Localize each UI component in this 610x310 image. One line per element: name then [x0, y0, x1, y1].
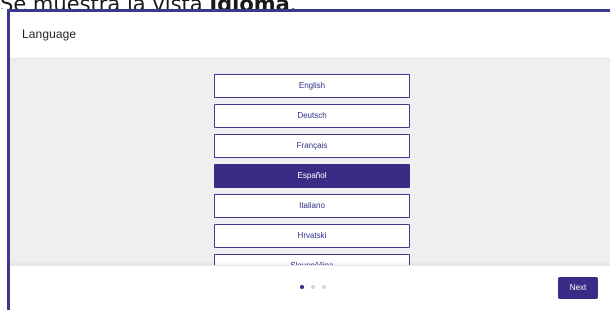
- language-option-deutsch[interactable]: Deutsch: [214, 104, 410, 128]
- caption-text: Se muestra la vista Idioma.: [0, 0, 610, 9]
- language-option-espanol[interactable]: Español: [214, 164, 410, 188]
- language-option-francais[interactable]: Français: [214, 134, 410, 158]
- language-option-italiano[interactable]: Italiano: [214, 194, 410, 218]
- language-list: English Deutsch Français Español Italian…: [214, 74, 410, 284]
- caption-prefix: Se muestra la vista: [0, 0, 209, 9]
- pagination-dot-3: [322, 285, 326, 289]
- language-option-hrvatski[interactable]: Hrvatski: [214, 224, 410, 248]
- pagination-dot-2: [311, 285, 315, 289]
- caption-suffix: .: [290, 0, 297, 9]
- pagination-dot-1: [300, 285, 304, 289]
- app-window: Language English Deutsch Français Españo…: [7, 9, 610, 310]
- pagination-dots: [300, 285, 326, 291]
- page-title: Language: [22, 27, 77, 41]
- language-option-english[interactable]: English: [214, 74, 410, 98]
- next-button[interactable]: Next: [558, 277, 598, 299]
- caption-bold: Idioma: [209, 0, 290, 9]
- footer-bar: Next: [10, 265, 610, 310]
- header-bar: Language: [10, 12, 610, 59]
